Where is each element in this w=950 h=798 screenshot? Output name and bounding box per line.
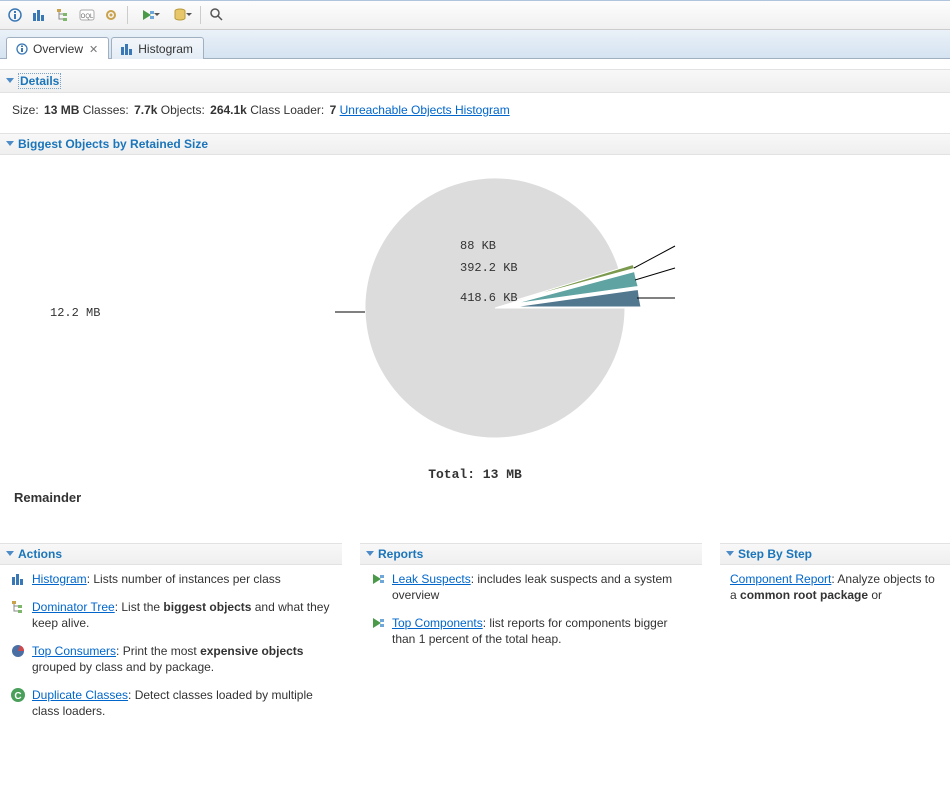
action-dominator: Dominator Tree: List the biggest objects… — [10, 599, 332, 631]
action-duplicates: C Duplicate Classes: Detect classes load… — [10, 687, 332, 719]
duplicate-icon: C — [10, 687, 26, 703]
search-button[interactable] — [206, 4, 228, 26]
classes-value: 7.7k — [134, 103, 157, 117]
details-title: Details — [18, 73, 61, 89]
pie-chart: 12.2 MB 418.6 KB 392.2 KB 88 KB — [0, 163, 950, 463]
report-leak: Leak Suspects: includes leak suspects an… — [370, 571, 692, 603]
tree-icon — [10, 599, 26, 615]
slice-label-88: 88 KB — [460, 239, 496, 253]
main-toolbar: OQL — [0, 0, 950, 30]
gear-button[interactable] — [100, 4, 122, 26]
reports-title: Reports — [378, 547, 423, 561]
section-actions-header[interactable]: Actions — [0, 543, 342, 565]
svg-text:OQL: OQL — [81, 14, 94, 20]
actions-title: Actions — [18, 547, 62, 561]
pie-slice-remainder[interactable] — [365, 178, 625, 438]
chart-total-label: Total: 13 MB — [0, 467, 950, 482]
bars-icon — [10, 571, 26, 587]
section-reports-header[interactable]: Reports — [360, 543, 702, 565]
oql-icon: OQL — [79, 7, 95, 23]
actions-column: Actions Histogram: Lists number of insta… — [0, 543, 342, 731]
action-histogram: Histogram: Lists number of instances per… — [10, 571, 332, 587]
section-step-header[interactable]: Step By Step — [720, 543, 950, 565]
svg-text:C: C — [14, 691, 21, 702]
tab-histogram-label: Histogram — [138, 42, 193, 56]
size-label: Size: — [12, 103, 39, 117]
details-row: Size: 13 MB Classes: 7.7k Objects: 264.1… — [0, 93, 950, 133]
twisty-icon — [366, 551, 374, 560]
db-dropdown[interactable] — [165, 4, 195, 26]
twisty-icon — [6, 141, 14, 150]
section-biggest-header[interactable]: Biggest Objects by Retained Size — [0, 133, 950, 155]
twisty-icon — [6, 78, 14, 87]
slice-label-12mb: 12.2 MB — [50, 306, 100, 320]
component-link[interactable]: Component Report — [730, 572, 831, 586]
loader-value: 7 — [330, 103, 337, 117]
slice-label-392: 392.2 KB — [460, 261, 518, 275]
report-icon — [370, 571, 386, 587]
topconsumers-link[interactable]: Top Consumers — [32, 644, 116, 658]
pie-icon — [10, 643, 26, 659]
size-value: 13 MB — [44, 103, 79, 117]
topcomp-link[interactable]: Top Components — [392, 616, 483, 630]
twisty-icon — [6, 551, 14, 560]
unreachable-link[interactable]: Unreachable Objects Histogram — [340, 103, 510, 117]
separator — [200, 6, 201, 24]
reports-column: Reports Leak Suspects: includes leak sus… — [360, 543, 702, 731]
tab-overview[interactable]: Overview ✕ — [6, 37, 109, 59]
objects-label: Objects: — [161, 103, 205, 117]
histogram-button[interactable] — [28, 4, 50, 26]
search-icon — [209, 7, 225, 23]
separator — [127, 6, 128, 24]
classes-label: Classes: — [83, 103, 129, 117]
step-component: Component Report: Analyze objects to a c… — [730, 571, 940, 603]
twisty-icon — [726, 551, 734, 560]
biggest-title: Biggest Objects by Retained Size — [18, 137, 208, 151]
slice-label-418: 418.6 KB — [460, 291, 518, 305]
database-icon — [172, 7, 188, 23]
bars-icon — [120, 42, 134, 56]
info-icon — [15, 42, 29, 56]
oql-button[interactable]: OQL — [76, 4, 98, 26]
gear-icon — [103, 7, 119, 23]
report-icon — [370, 615, 386, 631]
leak-link[interactable]: Leak Suspects — [392, 572, 471, 586]
loader-label: Class Loader: — [250, 103, 324, 117]
pie-svg — [225, 163, 725, 453]
run-dropdown[interactable] — [133, 4, 163, 26]
section-details-header[interactable]: Details — [0, 69, 950, 93]
action-topconsumers: Top Consumers: Print the most expensive … — [10, 643, 332, 675]
report-topcomp: Top Components: list reports for compone… — [370, 615, 692, 647]
close-icon[interactable]: ✕ — [89, 43, 98, 56]
bottom-columns: Actions Histogram: Lists number of insta… — [0, 543, 950, 731]
duplicate-link[interactable]: Duplicate Classes — [32, 688, 128, 702]
run-icon — [140, 7, 156, 23]
tree-button[interactable] — [52, 4, 74, 26]
tab-overview-label: Overview — [33, 42, 83, 56]
info-icon — [7, 7, 23, 23]
editor-tabbar: Overview ✕ Histogram — [0, 30, 950, 59]
info-button[interactable] — [4, 4, 26, 26]
step-column: Step By Step Component Report: Analyze o… — [720, 543, 950, 731]
histogram-link[interactable]: Histogram — [32, 572, 87, 586]
bars-icon — [31, 7, 47, 23]
objects-value: 264.1k — [210, 103, 247, 117]
tab-histogram[interactable]: Histogram — [111, 37, 204, 59]
remainder-label: Remainder — [0, 482, 950, 513]
tree-icon — [55, 7, 71, 23]
step-title: Step By Step — [738, 547, 812, 561]
dominator-link[interactable]: Dominator Tree — [32, 600, 115, 614]
